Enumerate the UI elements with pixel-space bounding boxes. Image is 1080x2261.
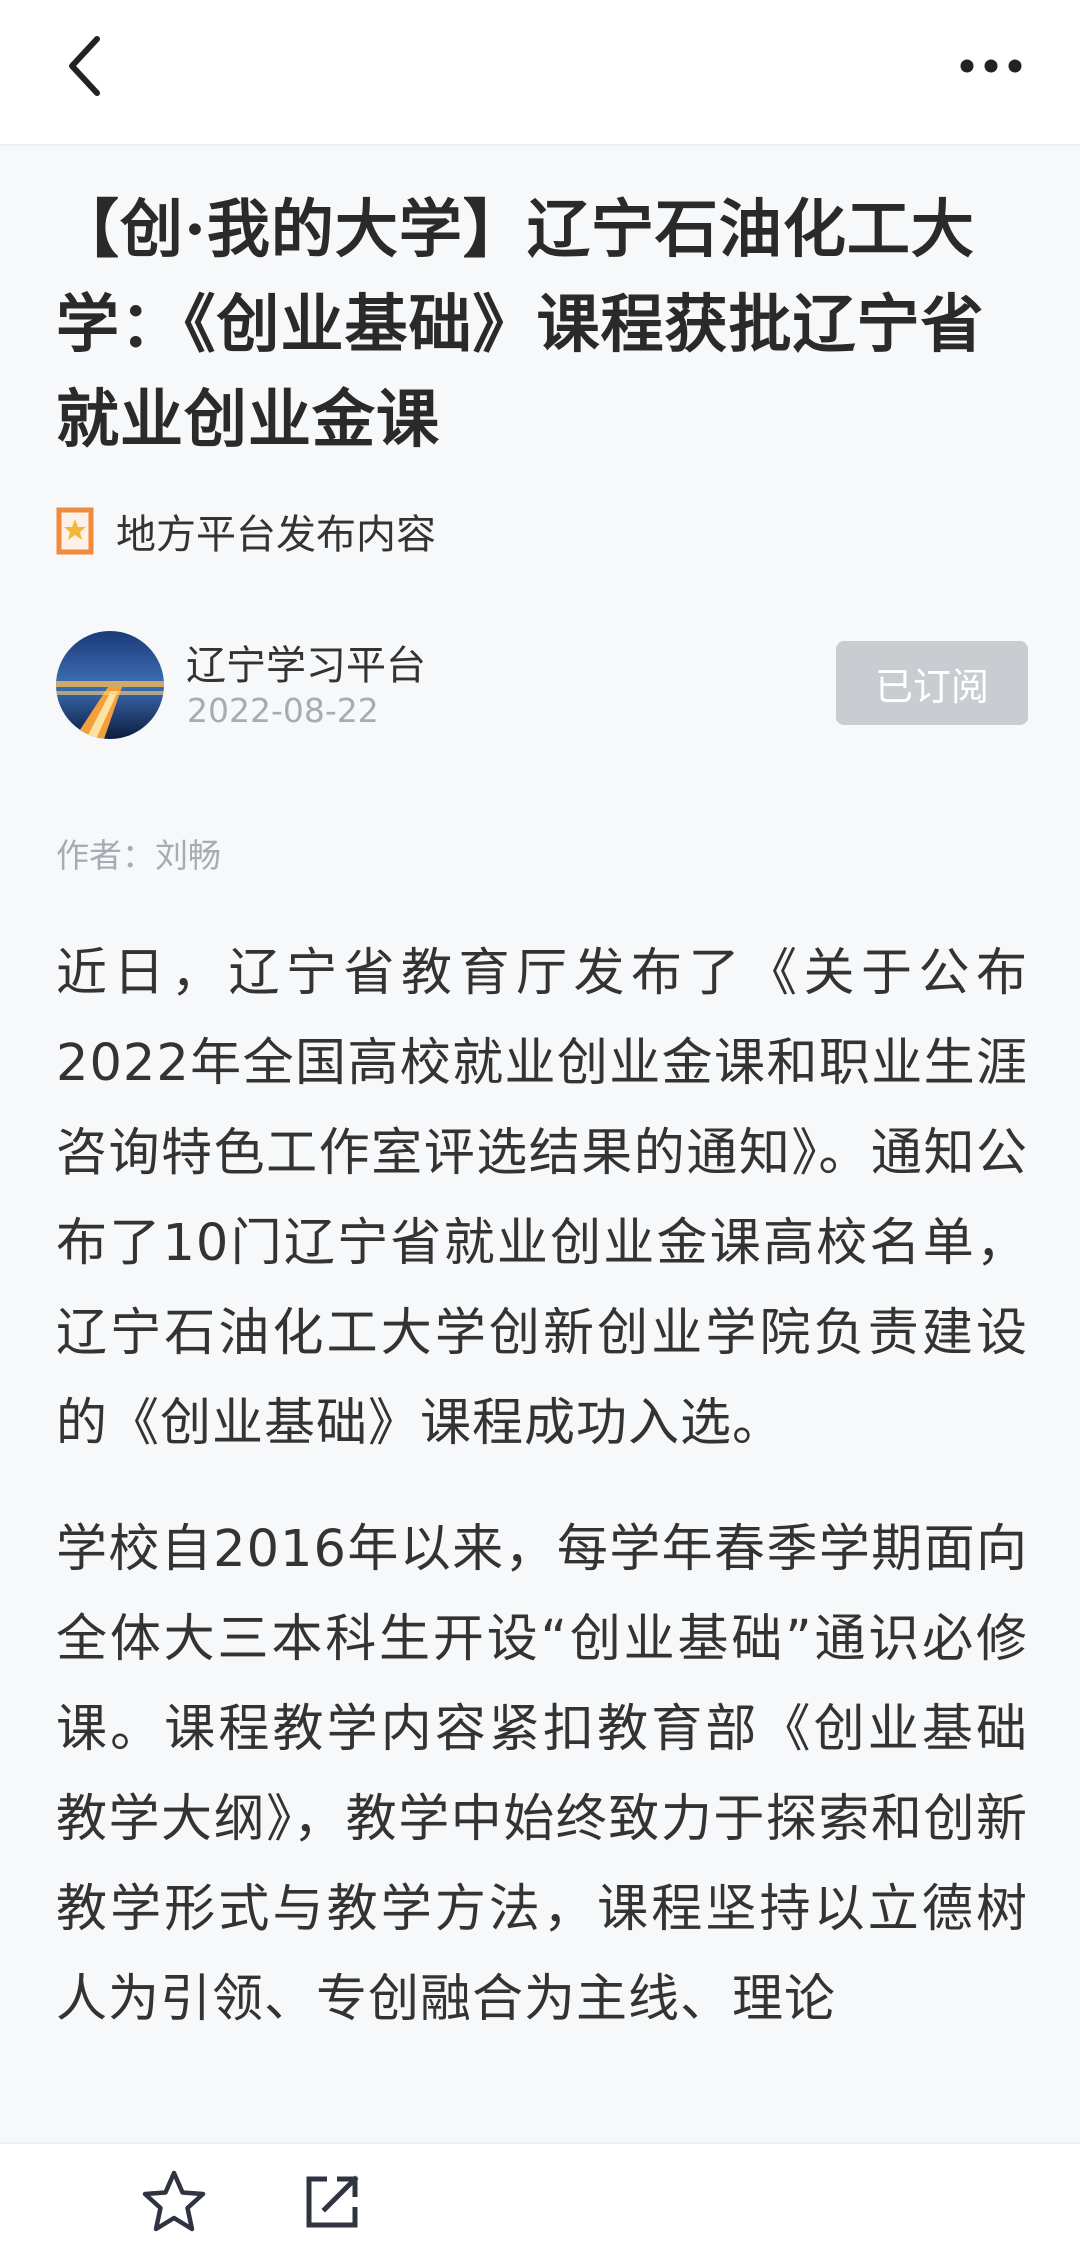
share-external-icon	[306, 2175, 359, 2228]
more-options-button[interactable]	[946, 26, 1036, 106]
channel-avatar[interactable]	[56, 631, 164, 739]
more-horizontal-icon	[960, 59, 1022, 73]
chevron-left-icon	[69, 36, 100, 96]
article-content: 【创·我的大学】辽宁石油化工大学：《创业基础》课程获批辽宁省就业创业金课 地方平…	[56, 144, 1028, 2045]
channel-info: 辽宁学习平台 2022-08-22 已订阅	[56, 631, 1028, 741]
source-tag: 地方平台发布内容	[56, 501, 1028, 561]
top-navigation-bar	[0, 0, 1080, 146]
share-button[interactable]	[294, 2166, 370, 2238]
source-label: 地方平台发布内容	[116, 512, 436, 558]
star-outline-icon	[142, 2170, 206, 2232]
article-paragraph: 学校自2016年以来，每学年春季学期面向全体大三本科生开设“创业基础”通识必修课…	[56, 1520, 1028, 2029]
avatar-image	[56, 631, 164, 739]
article-title: 【创·我的大学】辽宁石油化工大学：《创业基础》课程获批辽宁省就业创业金课	[56, 192, 985, 456]
publish-date: 2022-08-22	[187, 691, 379, 730]
back-button[interactable]	[44, 26, 124, 106]
bookmark-star-icon	[56, 507, 94, 555]
author-byline: 作者：刘畅	[56, 836, 221, 875]
article-paragraph: 近日，辽宁省教育厅发布了《关于公布2022年全国高校就业创业金课和职业生涯咨询特…	[56, 944, 1028, 1453]
subscribe-button[interactable]: 已订阅	[836, 641, 1028, 725]
bottom-action-bar	[0, 2142, 1080, 2261]
favorite-button[interactable]	[136, 2166, 212, 2238]
channel-name[interactable]: 辽宁学习平台	[186, 633, 426, 691]
